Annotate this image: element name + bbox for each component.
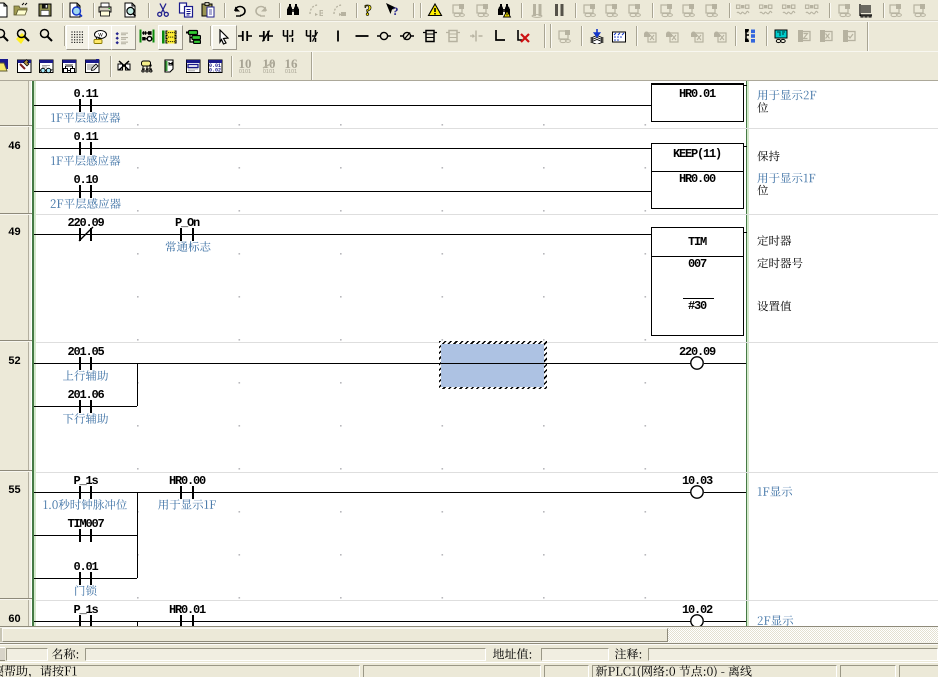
svg-text:16: 16 (285, 58, 299, 71)
svg-text:10: 10 (263, 58, 276, 71)
svg-text:10: 10 (239, 58, 252, 71)
svg-text:0101: 0101 (239, 69, 251, 74)
svg-text:0101: 0101 (263, 69, 275, 74)
svg-text:0.01: 0.01 (209, 63, 221, 69)
svg-text:?: ? (393, 4, 399, 18)
svg-text:w: w (97, 32, 103, 38)
svg-text:B: B (319, 9, 323, 18)
svg-text:0.02: 0.02 (209, 68, 221, 74)
svg-text:?: ? (364, 3, 372, 19)
svg-text:0101: 0101 (285, 69, 297, 74)
